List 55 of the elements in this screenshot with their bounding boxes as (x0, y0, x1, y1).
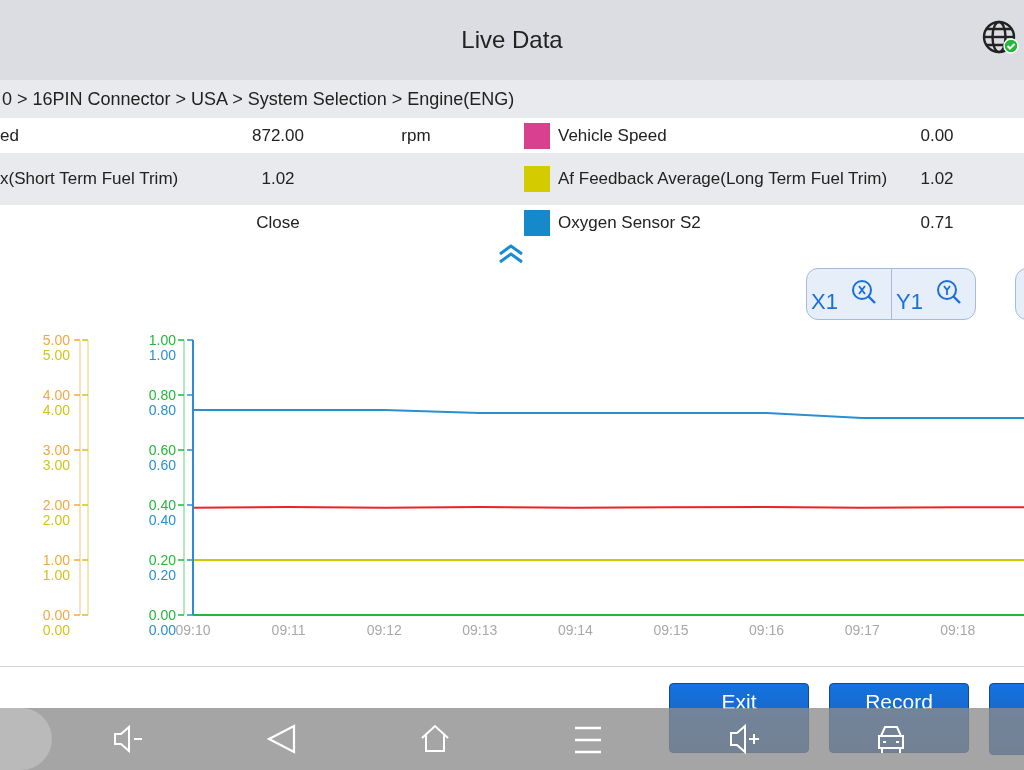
y-tick-label: 0.40 (148, 497, 176, 513)
parameter-unit: rpm (400, 125, 432, 146)
x-tick-label: 09:18 (940, 622, 976, 638)
y-tick-label: 0.00 (42, 622, 70, 638)
y-tick-label: 3.00 (42, 442, 70, 458)
x-tick-label: 09:11 (271, 622, 306, 638)
screen-title: Live Data (461, 26, 563, 54)
parameter-value: Close (255, 212, 301, 233)
parameter-value: 1.02 (919, 169, 955, 189)
y-tick-label: 0.00 (42, 607, 70, 623)
y-tick-label: 2.00 (42, 497, 70, 513)
y-tick-label: 0.80 (148, 402, 176, 418)
parameter-value: 0.71 (919, 212, 955, 233)
y-tick-label: 2.00 (42, 512, 70, 528)
y-tick-label: 1.00 (148, 332, 176, 348)
x-tick-label: 09:14 (557, 622, 593, 638)
parameter-value: 1.02 (260, 169, 296, 189)
x-tick-label: 09:12 (366, 622, 402, 638)
x-tick-label: 09:13 (462, 622, 498, 638)
parameter-name: Oxygen Sensor S2 (557, 212, 702, 233)
y-tick-label: 0.60 (148, 457, 176, 473)
y-tick-label: 0.40 (148, 512, 176, 528)
menu-icon[interactable] (573, 725, 603, 755)
y-tick-label: 5.00 (42, 332, 70, 348)
y-tick-label: 0.80 (148, 387, 176, 403)
x-tick-label: 09:17 (844, 622, 880, 638)
parameter-value: 0.00 (919, 125, 955, 146)
parameter-name: Af Feedback Average(Long Term Fuel Trim) (557, 169, 889, 189)
volume-up-icon[interactable] (728, 723, 762, 755)
y-tick-label: 3.00 (42, 457, 70, 473)
parameter-name: x(Short Term Fuel Trim) (0, 169, 180, 189)
parameter-name: ed (0, 125, 20, 146)
y-tick-label: 1.00 (42, 552, 70, 568)
zoom-button[interactable]: X1 (807, 269, 891, 319)
y-tick-label: 0.20 (148, 552, 176, 568)
x-tick-label: 09:15 (653, 622, 689, 638)
y-tick-label: 0.20 (148, 567, 176, 583)
y-tick-label: 0.00 (148, 607, 176, 623)
breadcrumb: 0 > 16PIN Connector > USA > System Selection > Engine(ENG) (2, 88, 515, 110)
y-tick-label: 0.00 (148, 622, 176, 638)
y-tick-label: 5.00 (42, 347, 70, 363)
y-tick-label: 4.00 (42, 402, 70, 418)
x-tick-label: 09:16 (749, 622, 785, 638)
y-tick-label: 1.00 (148, 347, 176, 363)
y-tick-label: 4.00 (42, 387, 70, 403)
back-icon[interactable] (266, 723, 298, 755)
y-tick-label: 1.00 (42, 567, 70, 583)
y-tick-label: 0.60 (148, 442, 176, 458)
x-tick-label: 09:10 (175, 622, 211, 638)
parameter-name: Vehicle Speed (557, 125, 668, 146)
zoom-button[interactable]: Y1 (891, 269, 975, 319)
double-chevron-up-icon[interactable] (498, 244, 524, 264)
globe-icon[interactable] (982, 20, 1020, 56)
parameter-value: 872.00 (251, 125, 305, 146)
home-icon[interactable] (420, 723, 450, 753)
